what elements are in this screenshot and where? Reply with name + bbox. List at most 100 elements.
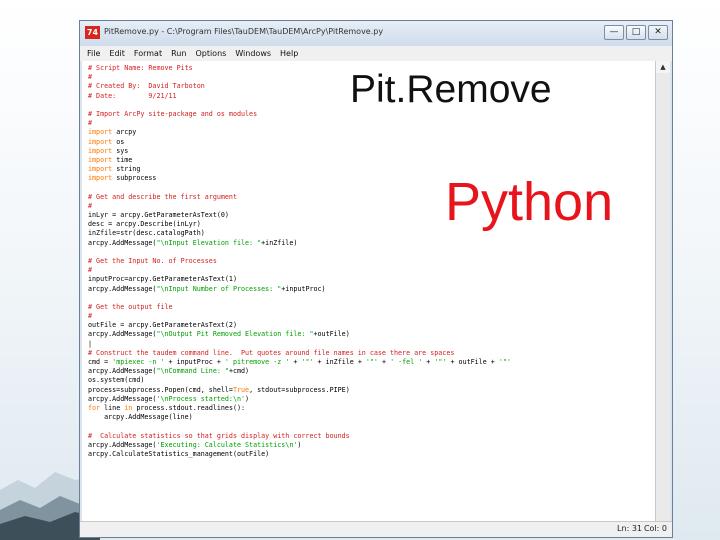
code-token-plain: ) xyxy=(245,394,250,403)
code-token-string: "\nOutput Pit Removed Elevation file: " xyxy=(156,330,314,339)
code-line: for line in process.stdout.readlines(): xyxy=(88,404,656,413)
code-token-keyword: import xyxy=(88,174,113,183)
code-token-string: "\nInput Number of Processes: " xyxy=(156,284,282,293)
menu-help[interactable]: Help xyxy=(280,46,298,61)
code-token-keyword: import xyxy=(88,146,113,155)
code-token-plain: os.system(cmd) xyxy=(88,376,145,385)
code-line: outFile = arcpy.GetParameterAsText(2) xyxy=(88,321,656,330)
code-token-string: '"' xyxy=(301,358,314,366)
code-line: import time xyxy=(88,156,656,165)
menu-format[interactable]: Format xyxy=(134,46,162,61)
python-app-icon: 74 xyxy=(85,26,100,39)
code-token-plain: +inZfile) xyxy=(261,238,298,247)
menu-file[interactable]: File xyxy=(87,46,100,61)
code-token-comment: # Calculate statistics so that grids dis… xyxy=(88,431,350,440)
maximize-button[interactable]: □ xyxy=(626,25,646,40)
code-token-comment: # Get and describe the first argument xyxy=(88,192,237,201)
code-token-comment: # Construct the taudem command line. Put… xyxy=(88,348,455,357)
code-token-plain: arcpy.AddMessage(line) xyxy=(88,413,193,422)
menu-options[interactable]: Options xyxy=(195,46,226,61)
code-token-plain: arcpy.AddMessage( xyxy=(88,284,157,293)
code-token-plain: outFile = arcpy.GetParameterAsText(2) xyxy=(88,321,237,330)
code-token-plain: inLyr = arcpy.GetParameterAsText(0) xyxy=(88,211,229,219)
code-line: cmd = 'mpiexec -n ' + inputProc + ' pitr… xyxy=(88,358,656,367)
code-token-plain: + xyxy=(377,358,391,366)
code-token-string: ' -fel ' xyxy=(390,358,423,366)
code-token-plain: arcpy.AddMessage( xyxy=(88,367,157,376)
code-token-plain: + inputProc + xyxy=(164,358,225,366)
code-token-keyword: import xyxy=(88,155,113,164)
code-token-plain: ) xyxy=(297,440,302,449)
code-token-comment: # Get the output file xyxy=(88,302,173,311)
code-line: arcpy.AddMessage("\nInput Elevation file… xyxy=(88,239,656,248)
window-controls: — □ ✕ xyxy=(604,25,668,40)
code-token-keyword: import xyxy=(88,137,113,146)
code-token-comment: # xyxy=(88,312,93,321)
code-line: # Calculate statistics so that grids dis… xyxy=(88,432,656,441)
code-token-comment: # Import ArcPy site-package and os modul… xyxy=(88,109,258,118)
code-line: arcpy.AddMessage("\nOutput Pit Removed E… xyxy=(88,330,656,339)
code-token-string: 'mpiexec -n ' xyxy=(112,358,165,366)
code-token-plain: arcpy.CalculateStatistics_management(out… xyxy=(88,449,270,458)
code-token-plain: line xyxy=(100,403,125,412)
code-line: arcpy.AddMessage(line) xyxy=(88,413,656,422)
code-token-plain: arcpy xyxy=(112,128,137,137)
window-title: PitRemove.py - C:\Program Files\TauDEM\T… xyxy=(104,27,384,36)
code-line: import sys xyxy=(88,147,656,156)
code-token-plain: subprocess xyxy=(112,174,157,183)
menu-run[interactable]: Run xyxy=(171,46,186,61)
code-token-plain: + xyxy=(422,358,435,366)
code-line: process=subprocess.Popen(cmd, shell=True… xyxy=(88,386,656,395)
code-token-keyword: import xyxy=(88,165,113,174)
code-token-plain: os xyxy=(112,137,125,146)
code-line: # Get the output file xyxy=(88,303,656,312)
code-token-keyword: import xyxy=(88,128,113,137)
code-token-plain: arcpy.AddMessage( xyxy=(88,440,157,449)
code-line: arcpy.AddMessage('Executing: Calculate S… xyxy=(88,441,656,450)
code-token-string: '"' xyxy=(498,358,511,366)
title-bar[interactable]: 74 PitRemove.py - C:\Program Files\TauDE… xyxy=(80,21,672,47)
code-editor[interactable]: # Script Name: Remove Pits # # Created By:… xyxy=(82,61,656,522)
status-bar: Ln: 31 Col: 0 xyxy=(80,521,672,537)
code-token-plain: +outFile) xyxy=(313,330,350,339)
vertical-scrollbar[interactable]: ▲ xyxy=(655,61,670,522)
close-button[interactable]: ✕ xyxy=(648,25,668,40)
code-token-plain: process=subprocess.Popen(cmd, shell= xyxy=(88,385,233,394)
menu-edit[interactable]: Edit xyxy=(109,46,125,61)
code-token-string: '\nProcess started:\n' xyxy=(156,394,246,403)
menu-windows[interactable]: Windows xyxy=(235,46,271,61)
code-token-comment: # xyxy=(88,201,93,210)
code-token-plain: +inputProc) xyxy=(281,284,326,293)
code-token-string: ' pitremove -z ' xyxy=(224,358,290,366)
code-token-comment: # Date: 9/21/11 xyxy=(88,91,177,100)
code-token-string: 'Executing: Calculate Statistics\n' xyxy=(156,440,298,449)
code-token-plain: arcpy.AddMessage( xyxy=(88,238,157,247)
code-line: # xyxy=(88,312,656,321)
code-token-plain: arcpy.AddMessage( xyxy=(88,394,157,403)
code-token-plain: sys xyxy=(112,146,129,155)
status-line-number: Ln: 31 xyxy=(617,524,642,533)
minimize-button[interactable]: — xyxy=(604,25,624,40)
code-token-plain: + inZfile + xyxy=(313,358,366,366)
code-line: # Get the Input No. of Processes xyxy=(88,257,656,266)
code-token-comment: # xyxy=(88,119,93,128)
code-line: import os xyxy=(88,138,656,147)
code-token-plain: process.stdout.readlines(): xyxy=(132,403,246,412)
code-line: arcpy.AddMessage("\nCommand Line: "+cmd) xyxy=(88,367,656,376)
code-token-string: '"' xyxy=(434,358,447,366)
code-token-comment: # Get the Input No. of Processes xyxy=(88,256,217,265)
code-line: arcpy.AddMessage('\nProcess started:\n') xyxy=(88,395,656,404)
code-token-comment: # xyxy=(88,266,93,275)
code-token-comment: # Created By: David Tarboton xyxy=(88,82,205,91)
slide-title: Pit.Remove xyxy=(350,68,552,111)
slide-subtitle: Python xyxy=(445,172,614,232)
scroll-up-arrow-icon[interactable]: ▲ xyxy=(656,61,670,73)
code-token-plain: desc = arcpy.Describe(inLyr) xyxy=(88,220,201,229)
code-text[interactable]: # Script Name: Remove Pits # # Created By:… xyxy=(82,61,656,459)
code-line: inputProc=arcpy.GetParameterAsText(1) xyxy=(88,275,656,284)
code-token-string: "\nInput Elevation file: " xyxy=(156,238,262,247)
code-line: arcpy.CalculateStatistics_management(out… xyxy=(88,450,656,459)
code-token-plain: cmd = xyxy=(88,358,113,366)
